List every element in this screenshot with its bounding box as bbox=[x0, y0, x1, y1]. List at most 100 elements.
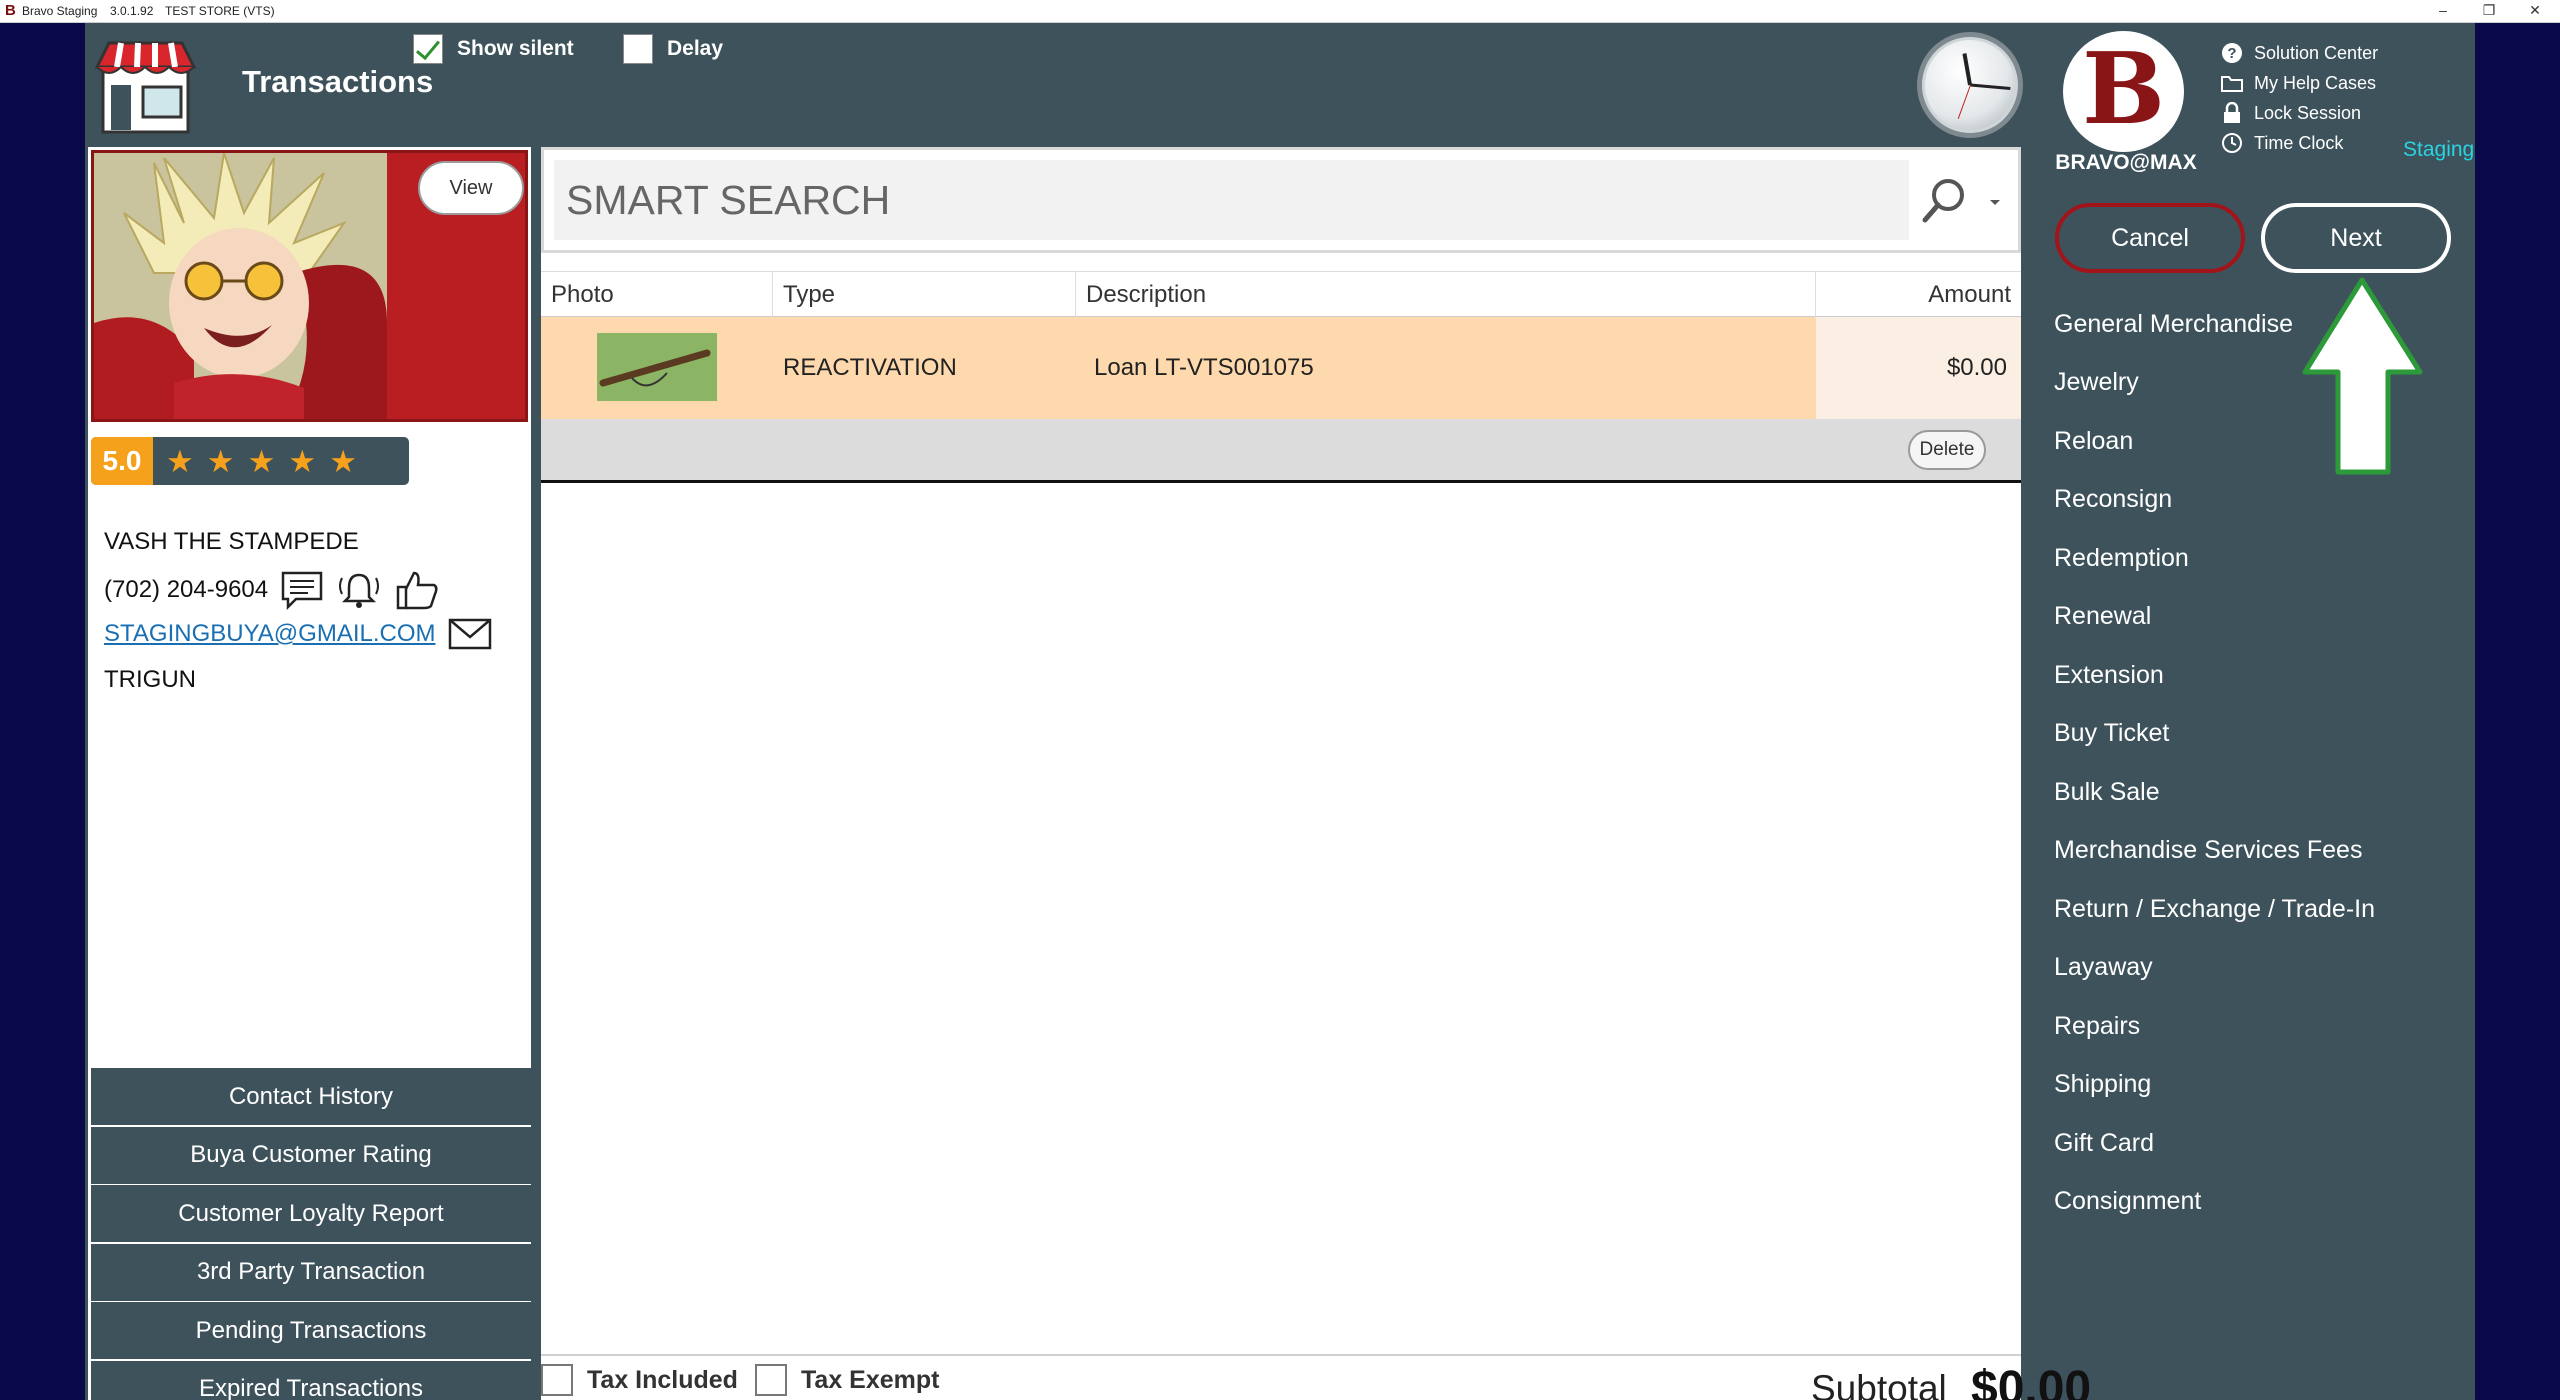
window-title-bar: B Bravo Staging 3.0.1.92 TEST STORE (VTS… bbox=[0, 0, 2560, 23]
my-help-cases-label: My Help Cases bbox=[2254, 72, 2377, 93]
type-reloan[interactable]: Reloan bbox=[2054, 412, 2375, 471]
app-logo-icon: B bbox=[5, 2, 16, 19]
third-party-transaction-button[interactable]: 3rd Party Transaction bbox=[91, 1243, 531, 1301]
type-return-exchange-trade-in[interactable]: Return / Exchange / Trade-In bbox=[2054, 880, 2375, 939]
customer-menu: Contact History Buya Customer Rating Cus… bbox=[91, 1068, 531, 1400]
environment-label: Staging bbox=[2403, 138, 2475, 161]
type-cell: REACTIVATION bbox=[783, 354, 957, 381]
clock-icon[interactable] bbox=[1917, 32, 2023, 138]
smart-search bbox=[541, 147, 2021, 253]
type-consignment[interactable]: Consignment bbox=[2054, 1173, 2375, 1232]
type-merchandise-services-fees[interactable]: Merchandise Services Fees bbox=[2054, 822, 2375, 881]
thumbs-up-icon[interactable] bbox=[394, 569, 440, 611]
app-window: Transactions Show silent Delay B BRAVO@M… bbox=[85, 23, 2475, 1400]
column-header-type[interactable]: Type bbox=[773, 272, 1076, 318]
item-thumbnail[interactable] bbox=[597, 333, 717, 401]
cancel-button[interactable]: Cancel bbox=[2055, 203, 2245, 273]
smart-search-input[interactable] bbox=[554, 160, 1909, 240]
column-header-amount[interactable]: Amount bbox=[1816, 272, 2021, 318]
customer-email-link[interactable]: STAGINGBUYA@GMAIL.COM bbox=[104, 620, 436, 648]
transaction-panel: Photo Type Description Amount REACTIVATI… bbox=[541, 147, 2091, 1400]
subtotal-value: $0.00 bbox=[1971, 1362, 2092, 1400]
type-buy-ticket[interactable]: Buy Ticket bbox=[2054, 705, 2375, 764]
checkbox-unchecked-icon[interactable] bbox=[755, 1364, 787, 1396]
column-header-photo[interactable]: Photo bbox=[541, 272, 773, 318]
type-jewelry[interactable]: Jewelry bbox=[2054, 354, 2375, 413]
type-gift-card[interactable]: Gift Card bbox=[2054, 1114, 2375, 1173]
customer-rating[interactable]: 5.0 ★ ★ ★ ★ ★ bbox=[91, 437, 409, 485]
transaction-table: Photo Type Description Amount REACTIVATI… bbox=[541, 271, 2021, 483]
divider bbox=[541, 1354, 2021, 1356]
minimize-button[interactable]: – bbox=[2420, 0, 2466, 22]
store-icon[interactable] bbox=[93, 37, 198, 137]
customer-avatar bbox=[94, 153, 387, 419]
show-silent-checkbox[interactable]: Show silent bbox=[413, 33, 574, 65]
star-icon: ★ bbox=[166, 443, 194, 479]
folder-icon bbox=[2220, 71, 2244, 95]
tax-included-checkbox[interactable]: Tax Included bbox=[541, 1363, 738, 1397]
star-icon: ★ bbox=[247, 443, 276, 479]
tax-included-label: Tax Included bbox=[587, 1365, 738, 1394]
notification-bell-icon[interactable] bbox=[336, 570, 382, 610]
delay-checkbox[interactable]: Delay bbox=[623, 33, 723, 65]
checkbox-unchecked-icon[interactable] bbox=[623, 34, 653, 64]
next-button[interactable]: Next bbox=[2261, 203, 2451, 273]
type-shipping[interactable]: Shipping bbox=[2054, 1056, 2375, 1115]
type-extension[interactable]: Extension bbox=[2054, 646, 2375, 705]
customer-loyalty-report-button[interactable]: Customer Loyalty Report bbox=[91, 1185, 531, 1242]
type-redemption[interactable]: Redemption bbox=[2054, 529, 2375, 588]
show-silent-label: Show silent bbox=[457, 37, 574, 60]
brand-name: BRAVO@MAX bbox=[2055, 151, 2197, 174]
customer-panel: View 5.0 ★ ★ ★ ★ ★ VASH THE STAMPEDE (70… bbox=[88, 147, 531, 1400]
type-layaway[interactable]: Layaway bbox=[2054, 939, 2375, 998]
type-renewal[interactable]: Renewal bbox=[2054, 588, 2375, 647]
photo-cell bbox=[541, 317, 773, 419]
time-clock-icon bbox=[2220, 131, 2244, 155]
customer-name: VASH THE STAMPEDE bbox=[104, 528, 359, 555]
rating-value: 5.0 bbox=[91, 437, 153, 485]
pending-transactions-button[interactable]: Pending Transactions bbox=[91, 1302, 531, 1359]
chevron-down-icon[interactable] bbox=[1985, 192, 2005, 212]
table-header: Photo Type Description Amount bbox=[541, 271, 2021, 318]
subtotal-label: Subtotal bbox=[1811, 1368, 1947, 1400]
type-repairs[interactable]: Repairs bbox=[2054, 997, 2375, 1056]
delay-label: Delay bbox=[667, 37, 724, 60]
customer-photo: View bbox=[91, 150, 528, 422]
type-reconsign[interactable]: Reconsign bbox=[2054, 471, 2375, 530]
lock-session-label: Lock Session bbox=[2254, 102, 2362, 123]
column-header-description[interactable]: Description bbox=[1076, 272, 1816, 318]
close-button[interactable]: ✕ bbox=[2512, 0, 2558, 22]
contact-history-button[interactable]: Contact History bbox=[91, 1068, 531, 1125]
star-icon: ★ bbox=[288, 443, 317, 479]
type-general-merchandise[interactable]: General Merchandise bbox=[2054, 295, 2375, 354]
solution-center-link[interactable]: ? Solution Center bbox=[2220, 40, 2378, 66]
question-icon: ? bbox=[2220, 41, 2244, 65]
search-icon[interactable] bbox=[1919, 176, 1969, 226]
delete-button[interactable]: Delete bbox=[1908, 430, 1986, 470]
tax-exempt-checkbox[interactable]: Tax Exempt bbox=[755, 1363, 939, 1397]
my-help-cases-link[interactable]: My Help Cases bbox=[2220, 70, 2376, 96]
store-name: TEST STORE (VTS) bbox=[165, 4, 275, 18]
customer-phone: (702) 204-9604 bbox=[104, 576, 269, 603]
view-photo-button[interactable]: View bbox=[418, 161, 524, 215]
amount-cell: $0.00 bbox=[1946, 354, 2007, 381]
checkbox-unchecked-icon[interactable] bbox=[541, 1364, 573, 1396]
type-bulk-sale[interactable]: Bulk Sale bbox=[2054, 763, 2375, 822]
star-icon: ★ bbox=[329, 443, 357, 479]
envelope-icon[interactable] bbox=[448, 618, 492, 650]
customer-email-row: STAGINGBUYA@GMAIL.COM bbox=[104, 618, 492, 650]
time-clock-link[interactable]: Time Clock bbox=[2220, 130, 2343, 156]
lock-session-link[interactable]: Lock Session bbox=[2220, 100, 2361, 126]
time-clock-label: Time Clock bbox=[2254, 132, 2344, 153]
customer-phone-row: (702) 204-9604 bbox=[104, 569, 440, 611]
checkbox-checked-icon[interactable] bbox=[413, 34, 443, 64]
bravo-logo-glyph: B bbox=[2082, 31, 2165, 147]
table-row[interactable]: REACTIVATION Loan LT-VTS001075 $0.00 bbox=[541, 317, 2021, 419]
row-actions: Delete bbox=[541, 419, 2021, 483]
restore-button[interactable]: ❐ bbox=[2466, 0, 2512, 22]
transaction-type-list: General Merchandise Jewelry Reloan Recon… bbox=[2054, 295, 2375, 1231]
message-icon[interactable] bbox=[280, 570, 324, 610]
expired-transactions-button[interactable]: Expired Transactions bbox=[91, 1360, 531, 1400]
buya-customer-rating-button[interactable]: Buya Customer Rating bbox=[91, 1126, 531, 1184]
app-name: Bravo Staging bbox=[22, 4, 98, 18]
